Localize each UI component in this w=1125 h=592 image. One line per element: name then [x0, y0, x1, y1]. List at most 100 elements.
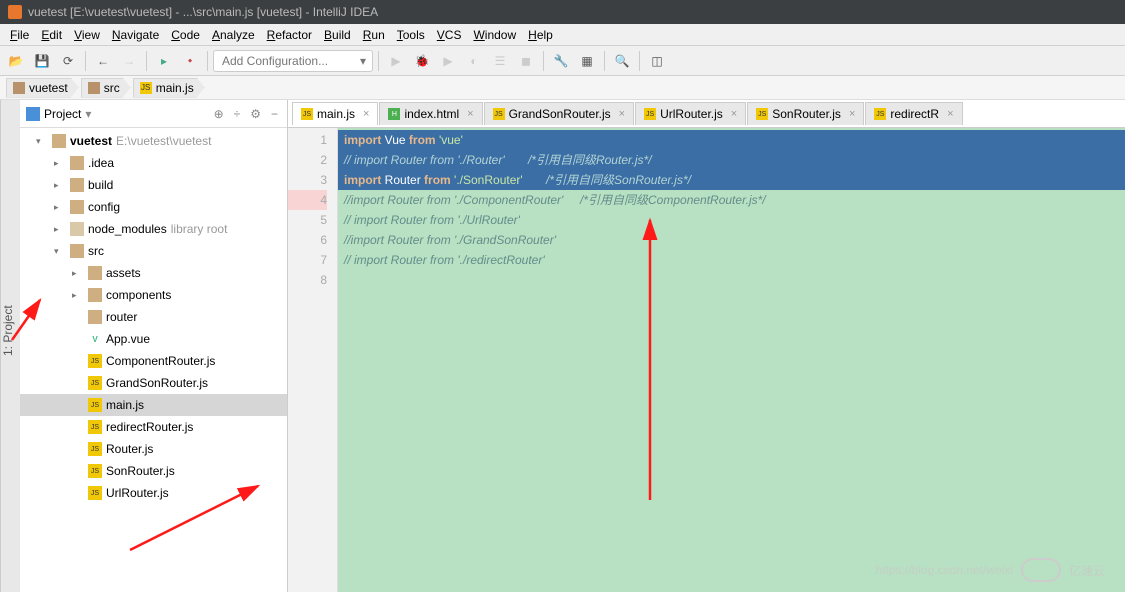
js-icon: JS	[88, 398, 102, 412]
close-tab-icon[interactable]: ×	[363, 108, 369, 120]
breadcrumb-item[interactable]: src	[81, 78, 131, 98]
menu-tools[interactable]: Tools	[391, 26, 431, 44]
folder-icon	[70, 200, 84, 214]
close-tab-icon[interactable]: ×	[467, 108, 473, 120]
stop-run-icon[interactable]: ◼	[514, 49, 538, 73]
tree-node-main-js[interactable]: JSmain.js	[20, 394, 287, 416]
tree-node-UrlRouter-js[interactable]: JSUrlRouter.js	[20, 482, 287, 504]
js-icon: JS	[493, 108, 505, 120]
menu-code[interactable]: Code	[165, 26, 206, 44]
editor-area: JSmain.js×Hindex.html×JSGrandSonRouter.j…	[288, 100, 1125, 592]
menu-file[interactable]: File	[4, 26, 35, 44]
breadcrumb-item[interactable]: JSmain.js	[133, 78, 205, 98]
code-editor[interactable]: 12345678 import Vue from 'vue'// import …	[288, 128, 1125, 592]
editor-tab-redirectR[interactable]: JSredirectR×	[865, 102, 962, 125]
open-icon[interactable]: 📂	[4, 49, 28, 73]
menu-build[interactable]: Build	[318, 26, 357, 44]
run-icon[interactable]: ▶	[384, 49, 408, 73]
tree-node-router[interactable]: router	[20, 306, 287, 328]
close-tab-icon[interactable]: ×	[947, 108, 953, 120]
tree-node-components[interactable]: ▸components	[20, 284, 287, 306]
main-toolbar: 📂 💾 ⟳ ← → ▸ ⬩ Add Configuration... ▶ 🐞 ▶…	[0, 46, 1125, 76]
code-line[interactable]: //import Router from './ComponentRouter'…	[338, 190, 1125, 210]
stop-icon[interactable]: ⬩	[178, 49, 202, 73]
run-config-dropdown[interactable]: Add Configuration...	[213, 50, 373, 72]
code-line[interactable]: //import Router from './GrandSonRouter'	[338, 230, 1125, 250]
js-icon: JS	[88, 420, 102, 434]
tree-node-build[interactable]: ▸build	[20, 174, 287, 196]
menu-view[interactable]: View	[68, 26, 106, 44]
folder-icon	[88, 310, 102, 324]
tree-node-Router-js[interactable]: JSRouter.js	[20, 438, 287, 460]
code-line[interactable]: // import Router from './Router' /*引用自同级…	[338, 150, 1125, 170]
refresh-icon[interactable]: ⟳	[56, 49, 80, 73]
profile-icon[interactable]: ◐	[462, 49, 486, 73]
editor-tab-SonRouter.js[interactable]: JSSonRouter.js×	[747, 102, 864, 125]
editor-tab-GrandSonRouter.js[interactable]: JSGrandSonRouter.js×	[484, 102, 635, 125]
tree-node-node_modules[interactable]: ▸node_moduleslibrary root	[20, 218, 287, 240]
editor-tab-main.js[interactable]: JSmain.js×	[292, 102, 378, 125]
code-line[interactable]: import Router from './SonRouter' /*引用自同级…	[338, 170, 1125, 190]
intellij-icon	[8, 5, 22, 19]
save-all-icon[interactable]: 💾	[30, 49, 54, 73]
hide-icon[interactable]: −	[268, 107, 281, 121]
structure-icon[interactable]: ◫	[645, 49, 669, 73]
project-label: Project	[44, 107, 81, 121]
tree-node-ComponentRouter-js[interactable]: JSComponentRouter.js	[20, 350, 287, 372]
project-structure-icon[interactable]: ▦	[575, 49, 599, 73]
back-icon[interactable]: ←	[91, 49, 115, 73]
forward-icon[interactable]: →	[117, 49, 141, 73]
breadcrumb-item[interactable]: vuetest	[6, 78, 79, 98]
folder-icon	[88, 288, 102, 302]
menu-navigate[interactable]: Navigate	[106, 26, 165, 44]
tree-node-App-vue[interactable]: VApp.vue	[20, 328, 287, 350]
search-icon[interactable]: 🔍	[610, 49, 634, 73]
menu-analyze[interactable]: Analyze	[206, 26, 261, 44]
menu-vcs[interactable]: VCS	[431, 26, 468, 44]
gear-icon[interactable]: ⚙	[247, 107, 264, 121]
scroll-from-source-icon[interactable]: ⊕	[211, 107, 227, 121]
tree-node-SonRouter-js[interactable]: JSSonRouter.js	[20, 460, 287, 482]
settings-icon[interactable]: 🔧	[549, 49, 573, 73]
tree-node-config[interactable]: ▸config	[20, 196, 287, 218]
tree-node--idea[interactable]: ▸.idea	[20, 152, 287, 174]
tree-node-redirectRouter-js[interactable]: JSredirectRouter.js	[20, 416, 287, 438]
concurrency-icon[interactable]: ☰	[488, 49, 512, 73]
menu-run[interactable]: Run	[357, 26, 391, 44]
editor-tab-index.html[interactable]: Hindex.html×	[379, 102, 482, 125]
library-folder-icon	[70, 222, 84, 236]
tree-node-src[interactable]: ▾src	[20, 240, 287, 262]
project-tree[interactable]: ▾vuetest E:\vuetest\vuetest▸.idea▸build▸…	[20, 128, 287, 592]
tree-node-assets[interactable]: ▸assets	[20, 262, 287, 284]
line-number: 5	[288, 210, 327, 230]
code-line[interactable]: // import Router from './UrlRouter'	[338, 210, 1125, 230]
close-tab-icon[interactable]: ×	[619, 108, 625, 120]
tree-root[interactable]: ▾vuetest E:\vuetest\vuetest	[20, 130, 287, 152]
coverage-icon[interactable]: ▶	[436, 49, 460, 73]
close-tab-icon[interactable]: ×	[849, 108, 855, 120]
toolbar-sep	[543, 51, 544, 71]
collapse-icon[interactable]: ÷	[231, 107, 244, 121]
close-tab-icon[interactable]: ×	[731, 108, 737, 120]
code-line[interactable]: // import Router from './redirectRouter'	[338, 250, 1125, 270]
build-icon[interactable]: ▸	[152, 49, 176, 73]
line-number: 3	[288, 170, 327, 190]
menu-window[interactable]: Window	[467, 26, 522, 44]
menu-edit[interactable]: Edit	[35, 26, 68, 44]
js-icon: JS	[756, 108, 768, 120]
toolbar-sep	[378, 51, 379, 71]
editor-tab-UrlRouter.js[interactable]: JSUrlRouter.js×	[635, 102, 746, 125]
project-tool-tab[interactable]: 1: Project	[0, 100, 20, 592]
menu-refactor[interactable]: Refactor	[261, 26, 318, 44]
folder-icon	[70, 178, 84, 192]
toolbar-sep	[207, 51, 208, 71]
menu-help[interactable]: Help	[522, 26, 559, 44]
code-body[interactable]: import Vue from 'vue'// import Router fr…	[338, 128, 1125, 592]
tree-node-GrandSonRouter-js[interactable]: JSGrandSonRouter.js	[20, 372, 287, 394]
debug-icon[interactable]: 🐞	[410, 49, 434, 73]
line-gutter: 12345678	[288, 128, 338, 592]
project-view-icon	[26, 107, 40, 121]
menu-bar: FileEditViewNavigateCodeAnalyzeRefactorB…	[0, 24, 1125, 46]
code-line[interactable]: import Vue from 'vue'	[338, 130, 1125, 150]
dropdown-icon[interactable]: ▾	[85, 107, 91, 121]
